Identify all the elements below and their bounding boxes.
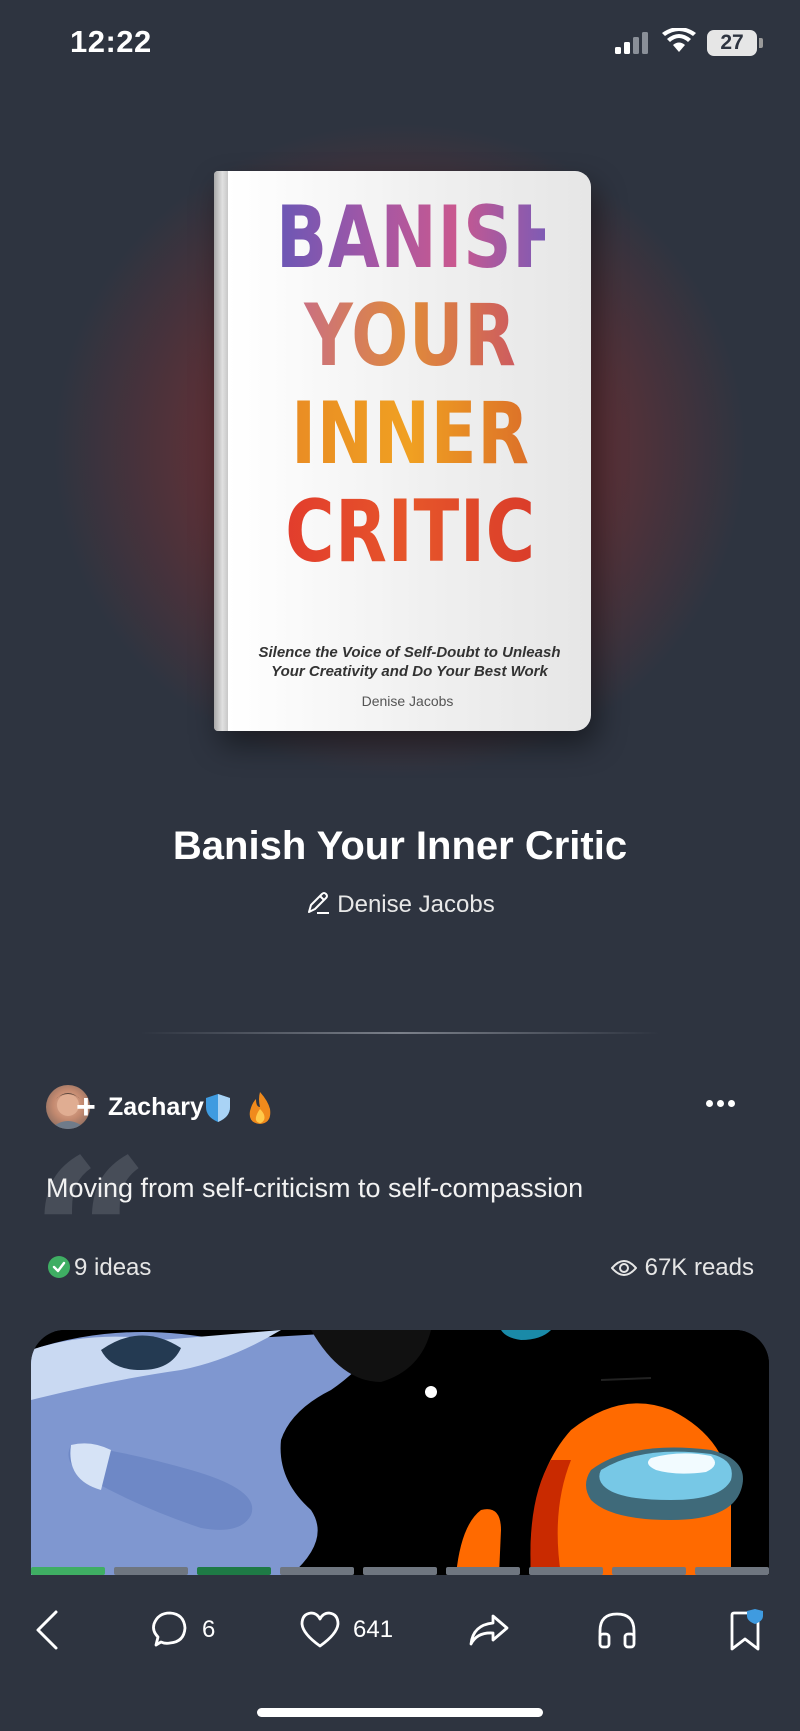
reads-label: 67K reads <box>644 1254 754 1281</box>
comment-icon <box>152 1611 187 1647</box>
card-illustration <box>31 1330 769 1575</box>
share-button[interactable] <box>467 1600 511 1660</box>
listen-button[interactable] <box>596 1600 638 1660</box>
author-name: Denise Jacobs <box>337 891 495 918</box>
heart-icon <box>300 1611 340 1648</box>
book-cover[interactable]: BANISH YOUR INNER CRITIC Silence the Voi… <box>214 171 591 731</box>
progress-segment <box>114 1567 188 1575</box>
signal-icon <box>615 32 648 54</box>
back-icon <box>36 1610 58 1650</box>
battery-cap <box>759 38 763 48</box>
bottom-action-bar: 6 641 <box>0 1600 800 1660</box>
cover-subtitle: Silence the Voice of Self-Doubt to Unlea… <box>258 644 561 680</box>
progress-segment <box>612 1567 686 1575</box>
book-spine <box>214 171 228 731</box>
pen-icon <box>308 892 330 914</box>
cover-title-line: BANISH <box>275 188 570 288</box>
cover-title-line: INNER <box>276 385 545 483</box>
idea-progress-bar <box>31 1567 769 1575</box>
status-bar: 12:22 27 <box>0 0 800 90</box>
ideas-count: 9 ideas <box>48 1254 151 1282</box>
fire-icon <box>249 1092 271 1124</box>
bookmark-icon <box>730 1609 763 1651</box>
idea-card-image[interactable] <box>31 1330 769 1575</box>
progress-segment <box>31 1567 105 1575</box>
book-title: Banish Your Inner Critic <box>172 824 628 868</box>
progress-segment <box>695 1567 769 1575</box>
more-icon[interactable] <box>706 1094 742 1114</box>
battery-indicator: 27 <box>707 30 757 56</box>
home-indicator[interactable] <box>257 1708 543 1717</box>
cover-author: Denise Jacobs <box>361 693 454 709</box>
section-divider <box>140 1032 660 1034</box>
progress-segment <box>529 1567 603 1575</box>
cover-title: BANISH YOUR INNER CRITIC <box>275 188 570 581</box>
progress-segment <box>280 1567 354 1575</box>
progress-segment <box>446 1567 520 1575</box>
share-icon <box>469 1614 509 1646</box>
save-button[interactable] <box>728 1600 768 1660</box>
progress-segment <box>363 1567 437 1575</box>
status-time: 12:22 <box>70 24 152 59</box>
post-quote[interactable]: Moving from self-criticism to self-compa… <box>46 1173 583 1204</box>
wifi-icon <box>662 28 696 52</box>
reads-count: 67K reads <box>610 1254 754 1282</box>
back-button[interactable] <box>34 1600 60 1660</box>
headphones-icon <box>598 1612 636 1649</box>
quote-mark-icon: “ <box>30 1113 151 1360</box>
progress-segment <box>197 1567 271 1575</box>
likes-count: 641 <box>353 1616 394 1643</box>
check-icon <box>48 1256 70 1278</box>
cover-title-line: CRITIC <box>276 483 545 581</box>
shield-badge-icon <box>206 1094 230 1122</box>
comments-count: 6 <box>202 1616 216 1643</box>
cover-title-line: YOUR <box>276 287 545 385</box>
ideas-label: 9 ideas <box>74 1254 152 1281</box>
eye-icon <box>610 1260 637 1276</box>
like-button[interactable]: 641 <box>299 1600 393 1660</box>
author-link[interactable]: Denise Jacobs <box>0 890 800 919</box>
comments-button[interactable]: 6 <box>148 1600 215 1660</box>
